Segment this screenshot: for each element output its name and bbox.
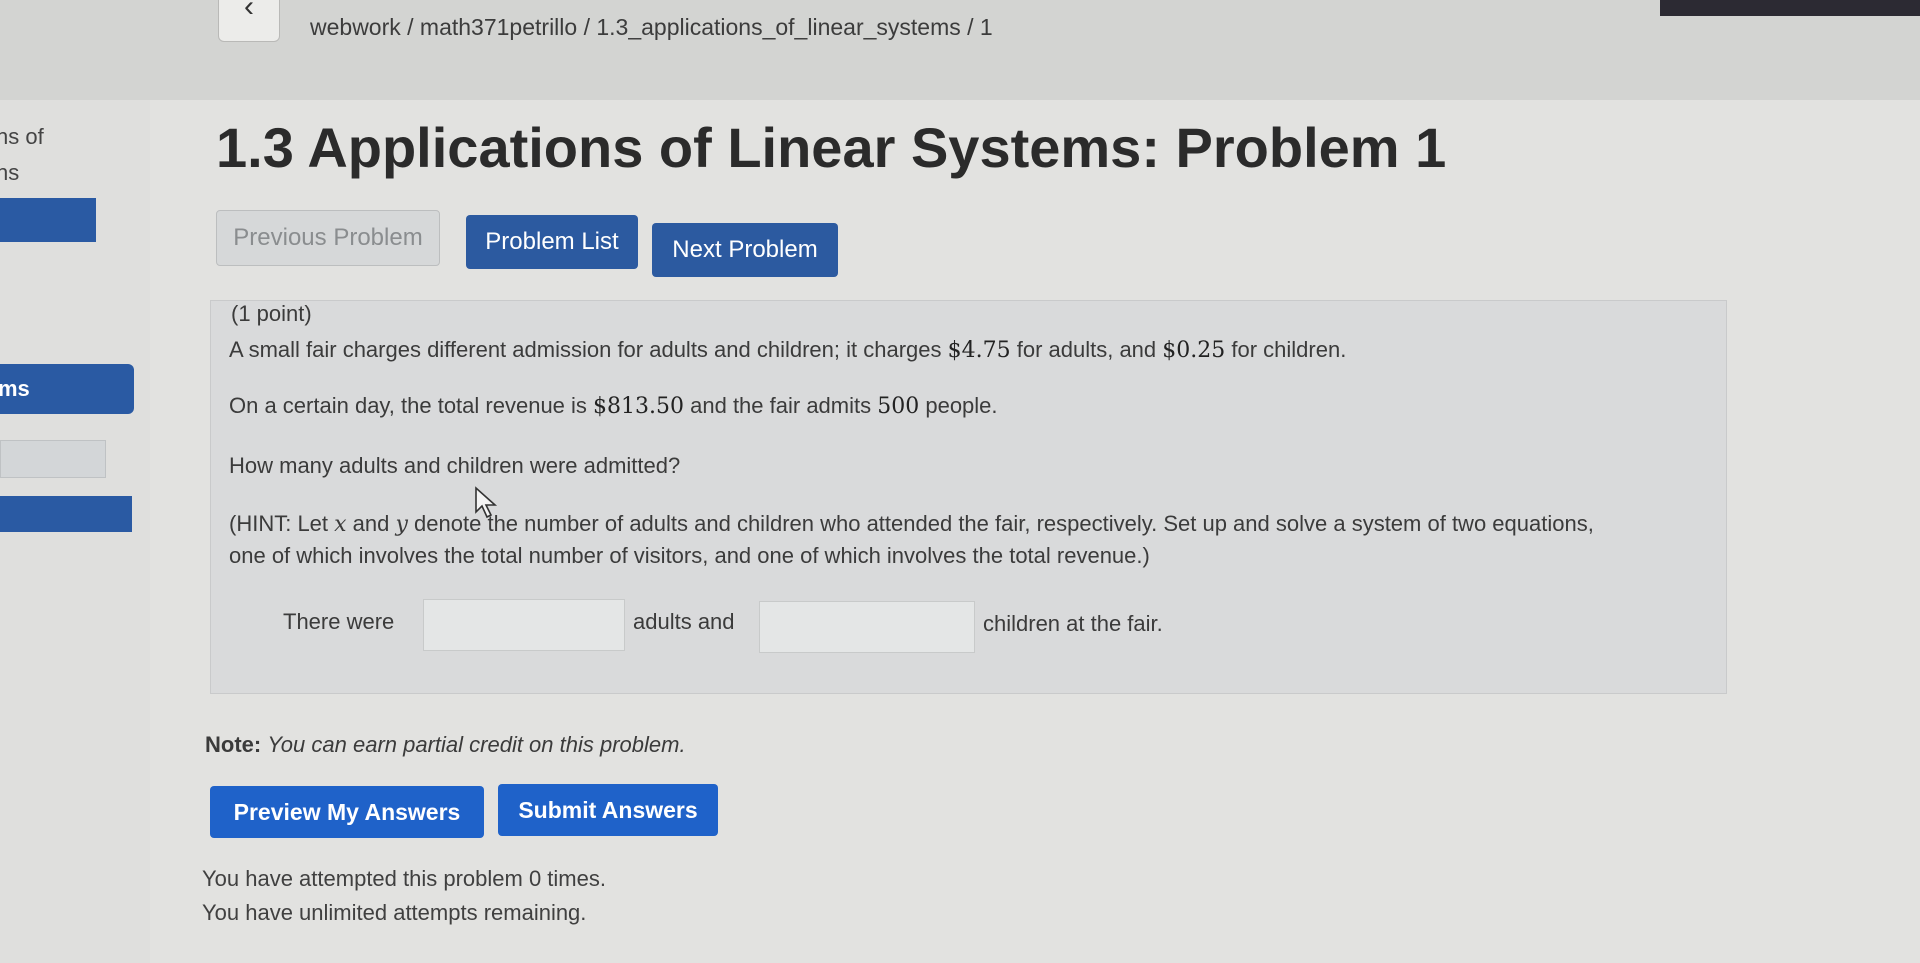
adult-price: $4.75 xyxy=(947,338,1011,363)
child-price: $0.25 xyxy=(1162,338,1226,363)
submit-answers-button[interactable]: Submit Answers xyxy=(498,784,718,836)
variable-y: y xyxy=(395,512,408,537)
chevron-left-icon: ‹ xyxy=(244,0,254,23)
page-title: 1.3 Applications of Linear Systems: Prob… xyxy=(216,116,1447,179)
sidebar-input[interactable] xyxy=(0,440,106,478)
sidebar-button[interactable] xyxy=(0,198,96,242)
problem-line-2: On a certain day, the total revenue is $… xyxy=(229,393,998,419)
answer-suffix: children at the fair. xyxy=(983,611,1163,636)
adults-answer-input[interactable] xyxy=(423,599,625,651)
note-text: You can earn partial credit on this prob… xyxy=(267,732,686,757)
preview-answers-button[interactable]: Preview My Answers xyxy=(210,786,484,838)
attempts-remaining: You have unlimited attempts remaining. xyxy=(202,900,587,925)
sidebar-button[interactable] xyxy=(0,496,132,532)
sidebar-button-label: ms xyxy=(0,376,30,401)
revenue-value: $813.50 xyxy=(593,394,685,419)
hint-line-2: one of which involves the total number o… xyxy=(229,543,1150,568)
sidebar-link-fragment[interactable]: ns xyxy=(0,160,19,186)
partial-credit-note: Note: You can earn partial credit on thi… xyxy=(205,732,686,758)
text: and xyxy=(346,511,396,536)
answer-middle: adults and xyxy=(633,609,735,634)
problem-line-1: A small fair charges different admission… xyxy=(229,337,1346,363)
problem-list-button[interactable]: Problem List xyxy=(466,215,638,269)
text: for children. xyxy=(1225,337,1347,362)
text: denote the number of adults and children… xyxy=(407,511,1594,536)
text: people. xyxy=(919,393,998,418)
text: for adults, and xyxy=(1010,337,1163,362)
attempts-count: You have attempted this problem 0 times. xyxy=(202,866,606,891)
window-edge xyxy=(1660,0,1920,16)
breadcrumb[interactable]: webwork / math371petrillo / 1.3_applicat… xyxy=(310,14,993,41)
sidebar-button[interactable]: ms xyxy=(0,364,134,414)
children-answer-input[interactable] xyxy=(759,601,975,653)
problem-box: (1 point) A small fair charges different… xyxy=(210,300,1727,694)
text: (HINT: Let xyxy=(229,511,335,536)
text: On a certain day, the total revenue is xyxy=(229,393,594,418)
mouse-cursor-icon xyxy=(475,486,498,519)
answer-prefix: There were xyxy=(283,609,395,634)
text: and the fair admits xyxy=(684,393,878,418)
people-count: 500 xyxy=(877,394,920,419)
hint-line-1: (HINT: Let x and y denote the number of … xyxy=(229,511,1594,537)
back-button[interactable]: ‹ xyxy=(218,0,280,42)
previous-problem-button[interactable]: Previous Problem xyxy=(216,210,440,266)
variable-x: x xyxy=(334,512,347,537)
points-label: (1 point) xyxy=(231,301,312,326)
note-label: Note: xyxy=(205,732,262,757)
question-text: How many adults and children were admitt… xyxy=(229,453,681,478)
text: A small fair charges different admission… xyxy=(229,337,948,362)
sidebar-link-fragment[interactable]: ns of xyxy=(0,124,44,150)
next-problem-button[interactable]: Next Problem xyxy=(652,223,838,277)
